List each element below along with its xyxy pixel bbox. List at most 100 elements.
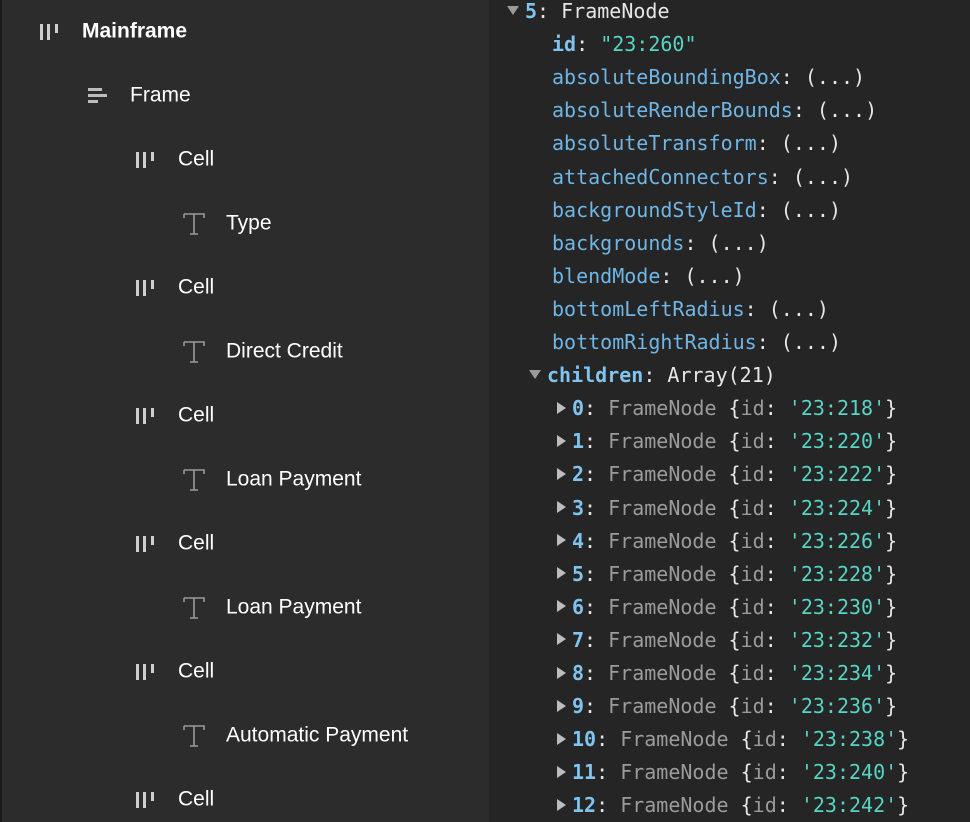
layer-label: Frame [130,83,191,107]
prop-key: children [547,363,644,388]
child-type: FrameNode [608,462,717,487]
console-prop[interactable]: absoluteBoundingBox: (...) [552,61,865,94]
layer-row[interactable]: Frame [2,64,491,128]
id-key: id [740,627,765,652]
console-prop[interactable]: backgroundStyleId: (...) [552,194,841,227]
punctuation: : [596,793,621,818]
layer-label: Cell [178,531,215,555]
child-id: '23:226' [788,528,886,553]
collapse-triangle-icon[interactable] [529,370,541,380]
console-prop[interactable]: absoluteRenderBounds: (...) [552,94,877,127]
console-child-row[interactable]: 10: FrameNode {id: '23:238'} [557,723,909,756]
punctuation: { [716,495,741,520]
expand-triangle-icon[interactable] [557,501,566,513]
text-icon [181,467,207,493]
punctuation: { [728,793,753,818]
punctuation: { [716,462,741,487]
expand-triangle-icon[interactable] [557,666,566,679]
layers-panel: Mainframe Frame Cell Type Cell Direct Credit C… [0,0,489,822]
console-prop[interactable]: backgrounds: (...) [552,227,769,260]
layer-row[interactable]: Loan Payment [2,576,491,640]
console-child-row[interactable]: 6: FrameNode {id: '23:230'} [557,591,897,624]
punctuation: : [584,528,609,553]
expand-triangle-icon[interactable] [557,699,566,712]
child-index: 0 [572,396,585,421]
frame-icon [133,403,159,429]
collapse-triangle-icon[interactable] [507,6,519,15]
child-id: '23:230' [788,594,886,619]
console-prop[interactable]: absoluteTransform: (...) [552,127,841,160]
console-child-row[interactable]: 12: FrameNode {id: '23:242'} [557,789,909,822]
console-prop[interactable]: attachedConnectors: (...) [552,161,853,194]
layer-row[interactable]: Cell [2,512,491,576]
expand-triangle-icon[interactable] [557,401,566,414]
collapsed-value: (...) [780,330,842,354]
layer-row[interactable]: Cell [2,384,491,448]
punctuation: : [776,793,801,818]
console-prop[interactable]: blendMode: (...) [552,260,745,293]
punctuation: { [716,528,741,553]
prop-key: backgroundStyleId [552,197,757,222]
auto-layout-icon [85,83,111,109]
id-key: id [740,528,765,553]
console-prop[interactable]: bottomRightRadius: (...) [552,326,841,359]
expand-triangle-icon[interactable] [557,798,566,811]
layer-row[interactable]: Cell [2,256,491,320]
child-index: 1 [572,429,585,454]
layer-row[interactable]: Cell [2,128,491,192]
expand-triangle-icon[interactable] [557,467,566,480]
console-header[interactable]: 5: FrameNode [507,0,670,28]
punctuation: : [584,495,609,520]
child-type: FrameNode [608,661,717,685]
layer-row[interactable]: Mainframe [2,0,491,64]
punctuation: : [776,760,801,785]
layer-row[interactable]: Direct Credit [2,320,491,384]
console-child-row[interactable]: 8: FrameNode {id: '23:234'} [557,657,897,690]
expand-triangle-icon[interactable] [557,633,566,646]
child-index: 9 [572,694,585,719]
punctuation: } [885,627,898,652]
layer-row[interactable]: Loan Payment [2,448,491,512]
expand-triangle-icon[interactable] [557,732,566,745]
punctuation: : [584,627,609,652]
collapsed-value: (...) [804,65,866,90]
punctuation: { [728,727,753,752]
layer-row[interactable]: Cell [2,768,491,822]
console-children[interactable]: children: Array(21) [529,359,776,392]
console-child-row[interactable]: 11: FrameNode {id: '23:240'} [557,756,909,789]
layer-label: Loan Payment [226,595,362,619]
expand-triangle-icon[interactable] [557,600,566,613]
punctuation: : [764,661,789,685]
frame-icon [133,787,159,813]
id-key: id [752,793,777,818]
frame-icon [37,19,63,45]
punctuation: : [756,330,781,354]
console-child-row[interactable]: 1: FrameNode {id: '23:220'} [557,425,897,458]
expand-triangle-icon[interactable] [557,534,566,547]
child-type: FrameNode [608,495,717,520]
punctuation: : [764,561,789,586]
console-child-row[interactable]: 9: FrameNode {id: '23:236'} [557,690,897,723]
prop-key: backgrounds [552,230,685,255]
console-child-row[interactable]: 5: FrameNode {id: '23:228'} [557,558,897,591]
console-child-row[interactable]: 4: FrameNode {id: '23:226'} [557,525,897,558]
console-child-row[interactable]: 3: FrameNode {id: '23:224'} [557,492,897,525]
layer-row[interactable]: Automatic Payment [2,704,491,768]
console-child-row[interactable]: 7: FrameNode {id: '23:232'} [557,624,897,657]
child-id: '23:220' [788,429,886,454]
expand-triangle-icon[interactable] [557,567,566,580]
node-index: 5 [525,0,538,23]
child-index: 6 [572,594,585,619]
punctuation: } [885,396,898,421]
console-child-row[interactable]: 2: FrameNode {id: '23:222'} [557,458,897,491]
punctuation: : [584,396,609,421]
expand-triangle-icon[interactable] [557,434,566,447]
expand-triangle-icon[interactable] [557,765,566,778]
console-prop[interactable]: bottomLeftRadius: (...) [552,293,829,326]
console-child-row[interactable]: 0: FrameNode {id: '23:218'} [557,392,897,425]
punctuation: : [764,694,789,719]
layer-row[interactable]: Cell [2,640,491,704]
punctuation: : [768,164,793,189]
layer-row[interactable]: Type [2,192,491,256]
prop-key: attachedConnectors [552,164,769,189]
